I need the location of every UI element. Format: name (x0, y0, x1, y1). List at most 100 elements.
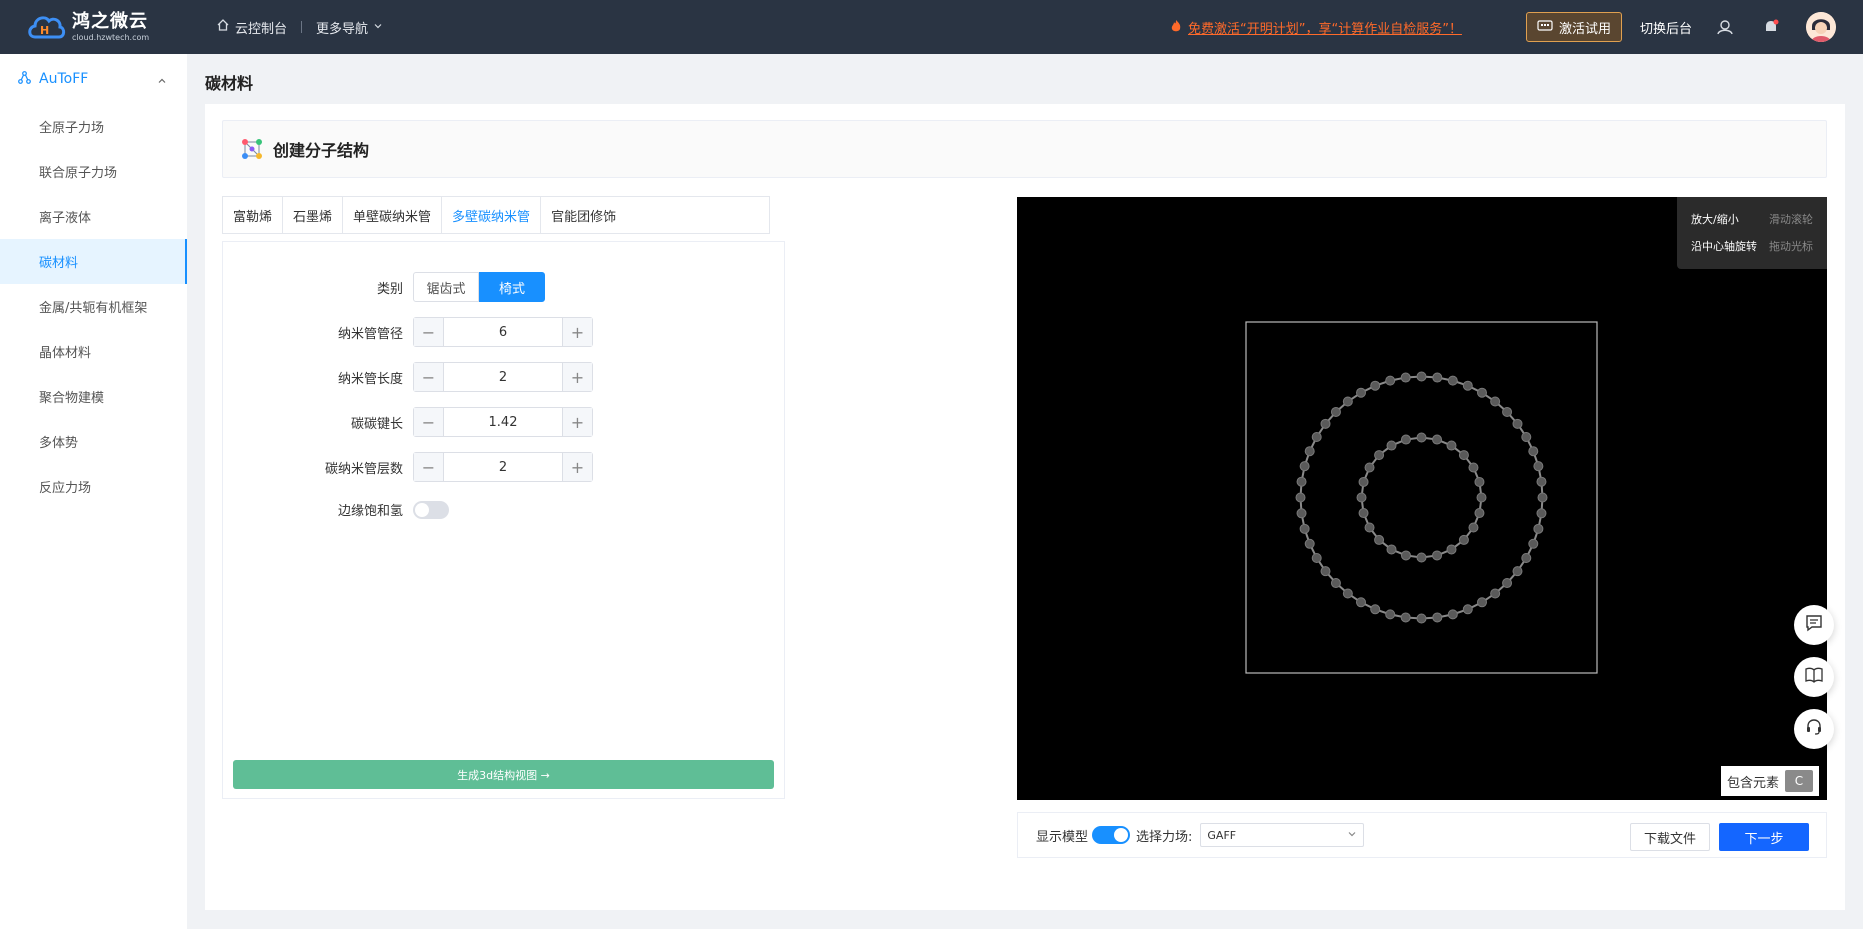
carbon-atom (1468, 522, 1479, 533)
carbon-atom (1342, 588, 1353, 599)
category-zigzag-option[interactable]: 锯齿式 (413, 272, 479, 302)
activate-trial-button[interactable]: 激活试用 (1526, 12, 1622, 42)
headset-icon (1804, 717, 1824, 741)
brand-name: 鸿之微云 (72, 10, 148, 32)
bond-length-input[interactable]: 1.42 (444, 408, 562, 436)
diameter-input[interactable]: 6 (444, 318, 562, 346)
sidebar-item-reaxff[interactable]: 反应力场 (0, 464, 187, 509)
carbon-atom (1447, 375, 1458, 386)
next-step-button[interactable]: 下一步 (1719, 823, 1809, 851)
sidebar-item-all-atom[interactable]: 全原子力场 (0, 104, 187, 149)
customer-service-icon[interactable] (1714, 16, 1736, 38)
bond-length-decrement-button[interactable]: − (414, 408, 444, 436)
carbon-atom (1304, 538, 1315, 549)
carbon-atom (1370, 380, 1381, 391)
element-chip-carbon: C (1785, 770, 1813, 792)
docs-float-button[interactable] (1794, 657, 1834, 697)
category-armchair-option[interactable]: 椅式 (479, 272, 545, 302)
carbon-atom (1536, 476, 1547, 487)
carbon-atom (1374, 534, 1385, 545)
tab-graphene[interactable]: 石墨烯 (283, 197, 344, 233)
sidebar-item-carbon-materials[interactable]: 碳材料 (0, 239, 187, 284)
carbon-atom (1528, 538, 1539, 549)
carbon-atom (1356, 387, 1366, 398)
carbon-atom (1304, 446, 1315, 457)
layers-input[interactable]: 2 (444, 453, 562, 481)
layers-decrement-button[interactable]: − (414, 453, 444, 481)
nanotube-render (1245, 321, 1598, 674)
carbon-atom (1385, 375, 1396, 386)
layers-label: 碳纳米管层数 (324, 461, 403, 477)
force-field-select[interactable]: GAFF (1200, 823, 1365, 847)
carbon-atom (1474, 508, 1485, 519)
layers-increment-button[interactable]: + (562, 453, 592, 481)
carbon-atom (1468, 462, 1479, 473)
chat-float-button[interactable] (1794, 605, 1834, 645)
length-input[interactable]: 2 (444, 363, 562, 391)
hint-rotate-desc: 拖动光标 (1769, 239, 1813, 253)
bell-icon[interactable] (1760, 16, 1782, 38)
message-icon (1804, 613, 1824, 637)
carbon-atom (1296, 508, 1307, 519)
support-float-button[interactable] (1794, 709, 1834, 749)
length-increment-button[interactable]: + (562, 363, 592, 391)
tab-mwcnt[interactable]: 多壁碳纳米管 (442, 197, 542, 233)
sidebar-group-autoff[interactable]: AuToFF (0, 54, 187, 104)
carbon-atom (1476, 492, 1487, 503)
sidebar-item-many-body[interactable]: 多体势 (0, 419, 187, 464)
console-link[interactable]: 云控制台 (206, 18, 297, 37)
sidebar-item-crystal[interactable]: 晶体材料 (0, 329, 187, 374)
sidebar-item-ionic-liquid[interactable]: 离子液体 (0, 194, 187, 239)
force-field-value: GAFF (1207, 828, 1237, 842)
carbon-atom (1386, 440, 1397, 451)
carbon-atom (1533, 523, 1544, 534)
sidebar-item-united-atom[interactable]: 联合原子力场 (0, 149, 187, 194)
carbon-atom (1446, 544, 1457, 555)
cloud-logo-icon: H (26, 11, 66, 43)
promo-link[interactable]: 免费激活“开明计划”，享“计算作业自检服务”！ (1170, 18, 1462, 37)
structure-viewer[interactable]: 放大/缩小 滑动滚轮 沿中心轴旋转 拖动光标 包含元素 C (1017, 197, 1827, 800)
carbon-atom (1533, 461, 1544, 472)
brand-logo[interactable]: H 鸿之微云 cloud.hzwtech.com (26, 11, 186, 43)
force-field-label: 选择力场: (1136, 829, 1193, 845)
carbon-atom (1474, 476, 1485, 487)
tab-fullerene[interactable]: 富勒烯 (223, 197, 284, 233)
sidebar-item-polymer[interactable]: 聚合物建模 (0, 374, 187, 419)
hint-zoom-desc: 滑动滚轮 (1769, 212, 1813, 226)
diameter-increment-button[interactable]: + (562, 318, 592, 346)
carbon-atom (1400, 612, 1411, 623)
carbon-atom (1477, 387, 1487, 398)
switch-backend-link[interactable]: 切换后台 (1640, 18, 1692, 37)
length-decrement-button[interactable]: − (414, 363, 444, 391)
bond-length-increment-button[interactable]: + (562, 408, 592, 436)
tab-swcnt[interactable]: 单壁碳纳米管 (343, 197, 443, 233)
download-file-button[interactable]: 下载文件 (1630, 823, 1710, 851)
length-label: 纳米管长度 (337, 371, 403, 387)
carbon-atom (1295, 492, 1306, 503)
carbon-atom (1320, 418, 1331, 429)
tab-functional-group[interactable]: 官能团修饰 (541, 197, 626, 233)
category-segmented: 锯齿式 椅式 (413, 272, 545, 302)
carbon-atom (1374, 450, 1385, 461)
carbon-atom (1458, 450, 1469, 461)
saturate-hydrogen-toggle[interactable] (413, 500, 449, 519)
generate-3d-button[interactable]: 生成3d结构视图 → (233, 760, 774, 789)
carbon-atom (1416, 552, 1427, 563)
carbon-atom (1432, 612, 1443, 623)
sidebar-item-mof-cof[interactable]: 金属/共轭有机框架 (0, 284, 187, 329)
diameter-decrement-button[interactable]: − (414, 318, 444, 346)
carbon-atom (1356, 492, 1367, 503)
bond-length-stepper: − 1.42 + (413, 407, 593, 437)
more-nav-dropdown[interactable]: 更多导航 (306, 18, 393, 37)
carbon-atom (1490, 588, 1501, 599)
carbon-atom (1447, 609, 1458, 620)
show-model-toggle[interactable] (1092, 826, 1131, 844)
user-avatar[interactable] (1806, 12, 1836, 42)
carbon-atom (1432, 434, 1443, 445)
home-icon (216, 18, 230, 36)
carbon-atom (1512, 566, 1523, 577)
carbon-atom (1462, 604, 1473, 615)
section-title: 创建分子结构 (273, 141, 370, 160)
carbon-atom (1446, 440, 1457, 451)
inner-ring (1356, 432, 1487, 563)
